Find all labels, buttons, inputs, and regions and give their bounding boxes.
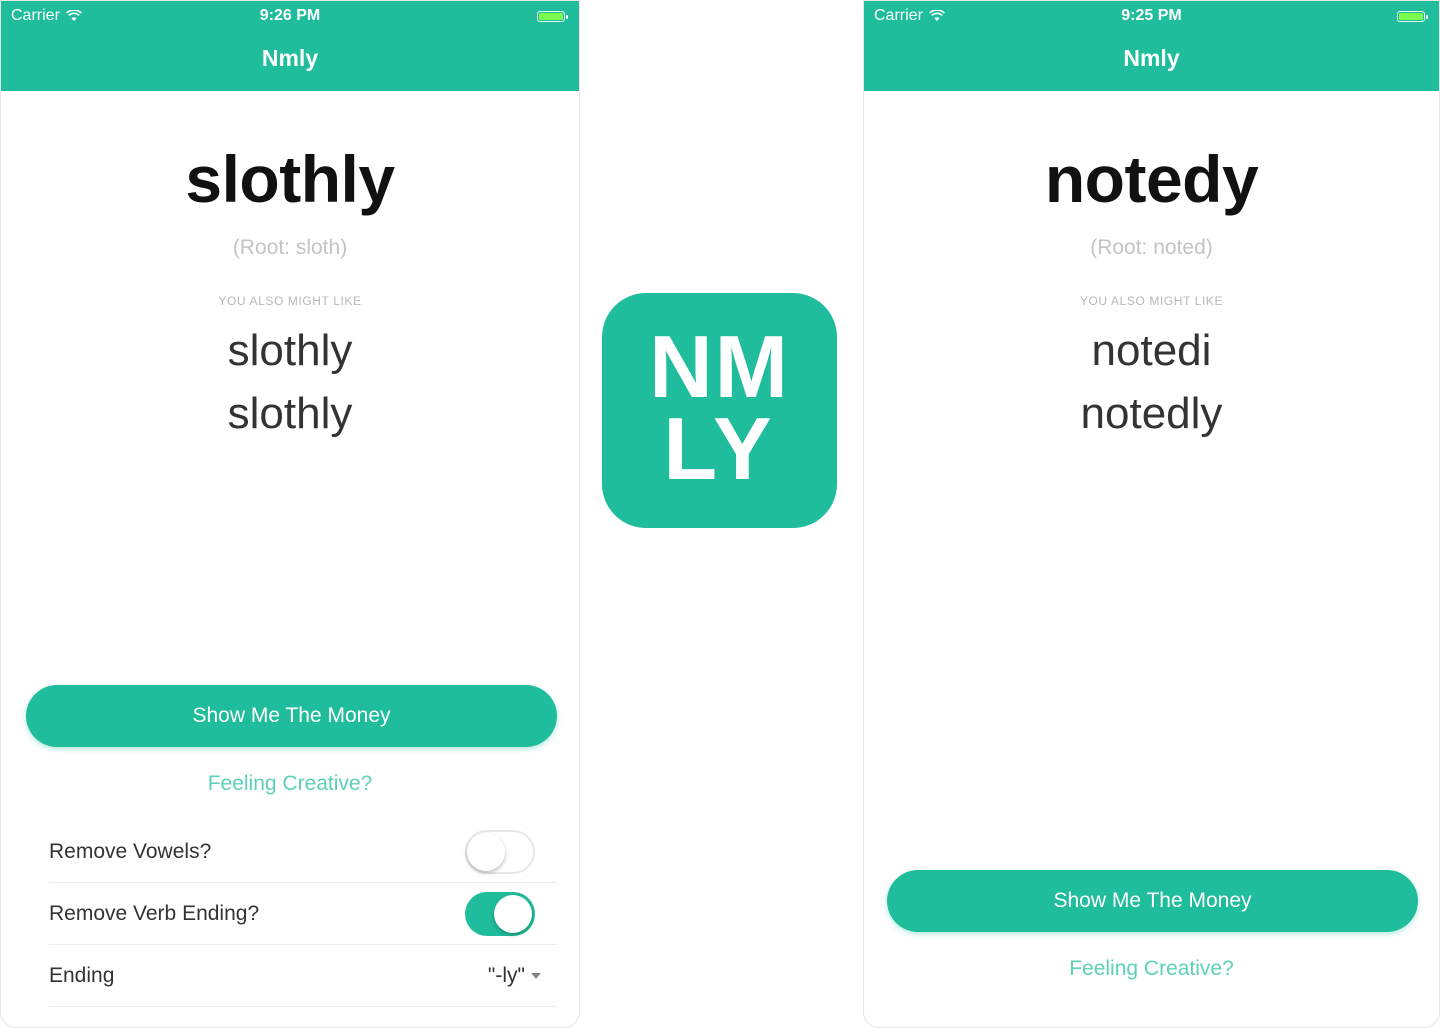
navigation-bar: Carrier 9:26 PM Nmly	[1, 1, 579, 91]
root-word: (Root: sloth)	[232, 236, 348, 259]
show-me-the-money-button[interactable]: Show Me The Money	[26, 685, 557, 747]
app-logo: NM LY	[602, 293, 837, 528]
navigation-bar: Carrier 9:25 PM Nmly	[864, 1, 1439, 91]
battery-icon	[537, 11, 568, 22]
status-bar: Carrier 9:25 PM	[864, 7, 1439, 27]
nav-title: Nmly	[261, 45, 319, 71]
setting-remove-verb-ending: Remove Verb Ending?	[49, 883, 557, 945]
generated-word: notedy	[1044, 142, 1259, 216]
feeling-creative-link[interactable]: Feeling Creative?	[864, 957, 1439, 981]
setting-label: Remove Vowels?	[49, 839, 212, 863]
nav-title: Nmly	[1123, 45, 1180, 71]
suggestions-heading: YOU ALSO MIGHT LIKE	[218, 294, 362, 308]
remove-vowels-toggle[interactable]	[465, 829, 535, 874]
logo-text-line1: NM	[649, 317, 790, 416]
status-bar: Carrier 9:26 PM	[1, 7, 579, 27]
setting-label: Ending	[49, 963, 115, 987]
suggestions-list: notedi notedly	[864, 319, 1439, 445]
right-phone-screen: Carrier 9:25 PM Nmly notedy (Root: noted…	[863, 0, 1440, 1028]
status-time: 9:25 PM	[1121, 7, 1182, 24]
suggestion-item[interactable]: slothly	[1, 319, 579, 382]
remove-verb-ending-toggle[interactable]	[465, 891, 535, 936]
root-word: (Root: noted)	[1090, 236, 1213, 259]
show-me-the-money-button[interactable]: Show Me The Money	[887, 870, 1418, 932]
status-time: 9:26 PM	[259, 7, 321, 24]
setting-remove-vowels: Remove Vowels?	[49, 821, 557, 883]
ending-select[interactable]: "-ly"	[488, 964, 541, 988]
generated-word: slothly	[185, 142, 395, 216]
suggestion-item[interactable]: slothly	[1, 382, 579, 445]
chevron-down-icon	[531, 972, 541, 979]
feeling-creative-link[interactable]: Feeling Creative?	[1, 772, 579, 796]
battery-icon	[1397, 11, 1428, 22]
suggestions-list: slothly slothly	[1, 319, 579, 445]
suggestions-heading: YOU ALSO MIGHT LIKE	[1079, 294, 1224, 308]
left-phone-screen: Carrier 9:26 PM Nmly slothly (Root: slot…	[0, 0, 580, 1028]
setting-label: Remove Verb Ending?	[49, 901, 260, 925]
ending-value: "-ly"	[487, 963, 525, 987]
logo-text-line2: LY	[663, 399, 776, 498]
suggestion-item[interactable]: notedi	[864, 319, 1439, 382]
suggestion-item[interactable]: notedly	[864, 382, 1439, 445]
setting-ending: Ending "-ly"	[49, 945, 557, 1007]
